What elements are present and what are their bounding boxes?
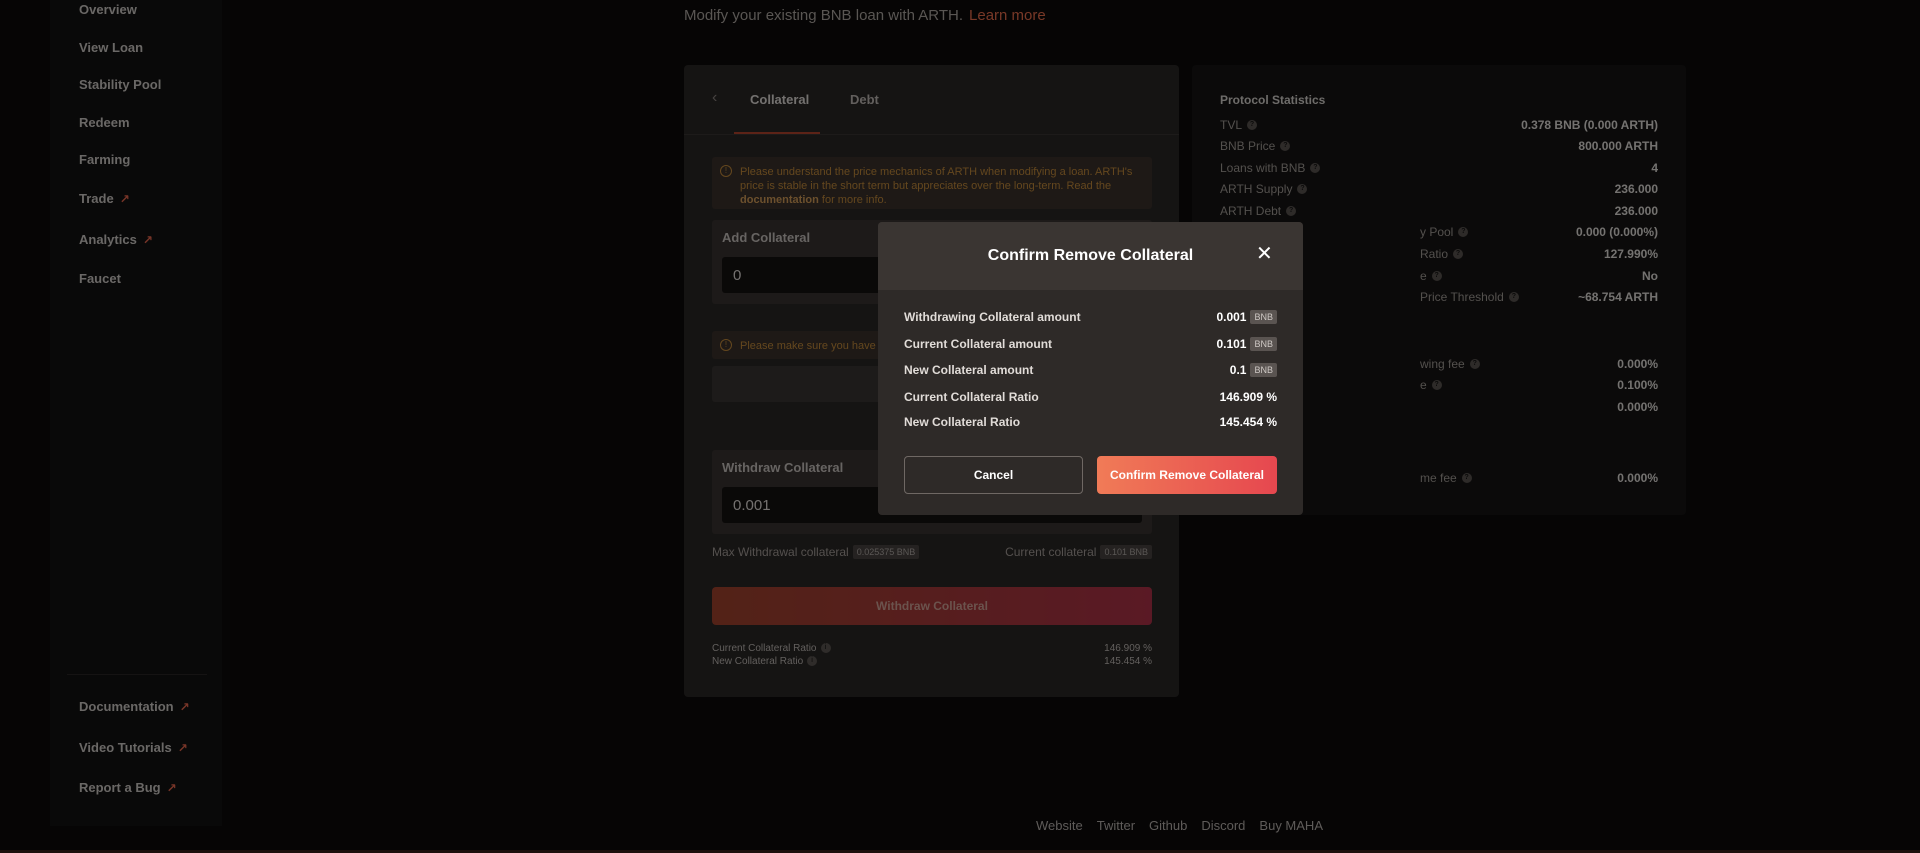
modal-row-value: 0.101 <box>1216 337 1247 351</box>
modal-row-label: Withdrawing Collateral amount <box>904 310 1081 324</box>
confirm-remove-collateral-button[interactable]: Confirm Remove Collateral <box>1097 456 1277 494</box>
modal-header: Confirm Remove Collateral ✕ <box>878 222 1303 290</box>
unit-badge: BNB <box>1250 310 1277 324</box>
modal-row-value: 145.454 % <box>1219 415 1277 429</box>
cancel-button[interactable]: Cancel <box>904 456 1083 494</box>
modal-row-current-ratio: Current Collateral Ratio 146.909 % <box>904 390 1277 404</box>
modal-row-withdrawing: Withdrawing Collateral amount 0.001 BNB <box>904 310 1277 324</box>
modal-row-value-wrap: 0.101 BNB <box>1216 337 1277 351</box>
modal-row-label: New Collateral amount <box>904 363 1034 377</box>
confirm-remove-collateral-modal: Confirm Remove Collateral ✕ Withdrawing … <box>878 222 1303 515</box>
modal-row-label: Current Collateral Ratio <box>904 390 1039 404</box>
unit-badge: BNB <box>1250 363 1277 377</box>
modal-row-value: 0.001 <box>1216 310 1247 324</box>
modal-title: Confirm Remove Collateral <box>987 247 1194 264</box>
modal-row-value-wrap: 0.1 BNB <box>1230 363 1277 377</box>
modal-row-label: Current Collateral amount <box>904 337 1053 351</box>
modal-row-current-collateral: Current Collateral amount 0.101 BNB <box>904 337 1277 351</box>
unit-badge: BNB <box>1250 337 1277 351</box>
modal-row-value-wrap: 0.001 BNB <box>1216 310 1277 324</box>
modal-row-new-ratio: New Collateral Ratio 145.454 % <box>904 415 1277 429</box>
close-icon[interactable]: ✕ <box>1256 244 1273 264</box>
modal-row-label: New Collateral Ratio <box>904 415 1021 429</box>
modal-row-new-collateral: New Collateral amount 0.1 BNB <box>904 363 1277 377</box>
modal-row-value: 0.1 <box>1229 363 1247 377</box>
modal-row-value: 146.909 % <box>1219 390 1277 404</box>
